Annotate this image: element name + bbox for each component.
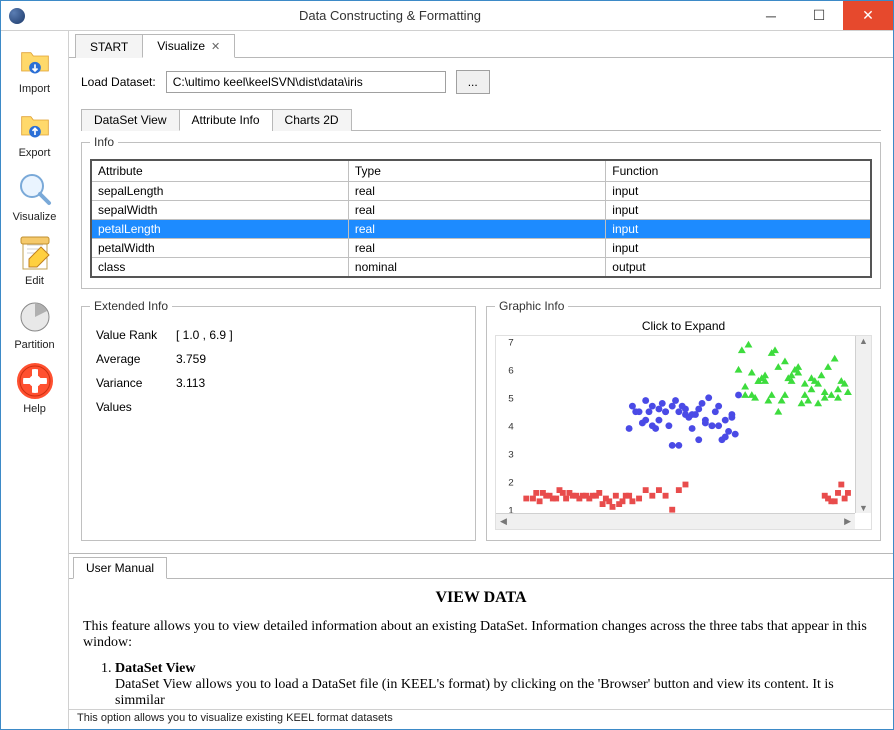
graphic-info-fieldset: Graphic Info Click to Expand 1234567 ▲▼ …	[486, 299, 881, 541]
sidebar-item-import[interactable]: Import	[5, 37, 65, 99]
sidebar-item-help[interactable]: Help	[5, 357, 65, 419]
info-legend: Info	[90, 135, 118, 149]
svg-text:4: 4	[508, 422, 514, 433]
svg-text:5: 5	[508, 394, 514, 405]
chart-scrollbar-horizontal[interactable]: ◀▶	[496, 513, 855, 529]
manual-intro: This feature allows you to view detailed…	[83, 619, 879, 651]
subtab-charts-2d[interactable]: Charts 2D	[272, 109, 352, 131]
sidebar-item-export[interactable]: Export	[5, 101, 65, 163]
values-label: Values	[96, 395, 176, 419]
statusbar: This option allows you to visualize exis…	[69, 709, 893, 729]
titlebar: Data Constructing & Formatting ─ ☐ ✕	[1, 1, 893, 31]
value-rank-value: [ 1.0 , 6.9 ]	[176, 328, 233, 342]
sidebar-label-edit: Edit	[25, 275, 44, 287]
svg-text:7: 7	[508, 338, 513, 349]
graphic-info-legend: Graphic Info	[495, 299, 568, 313]
visualize-icon	[15, 169, 55, 209]
table-row[interactable]: sepalWidthrealinput	[91, 201, 871, 220]
col-type[interactable]: Type	[348, 160, 605, 182]
sidebar-label-export: Export	[19, 147, 51, 159]
value-rank-label: Value Rank	[96, 323, 176, 347]
load-dataset-label: Load Dataset:	[81, 75, 156, 89]
tab-close-icon[interactable]: ✕	[211, 40, 220, 53]
sidebar: Import Export Visualize Edit Partition	[1, 31, 69, 729]
svg-text:2: 2	[508, 478, 513, 489]
edit-icon	[15, 233, 55, 273]
sidebar-label-import: Import	[19, 83, 50, 95]
sidebar-item-visualize[interactable]: Visualize	[5, 165, 65, 227]
manual-heading: VIEW DATA	[83, 589, 879, 607]
table-row[interactable]: petalWidthrealinput	[91, 239, 871, 258]
info-fieldset: Info Attribute Type Function sepalLength…	[81, 135, 881, 289]
top-tabs: START Visualize ✕	[69, 31, 893, 58]
sidebar-label-visualize: Visualize	[13, 211, 57, 223]
variance-label: Variance	[96, 371, 176, 395]
sub-tabs: DataSet View Attribute Info Charts 2D	[81, 108, 881, 131]
subtab-attribute-info[interactable]: Attribute Info	[179, 109, 273, 131]
subtab-dataset-view[interactable]: DataSet View	[81, 109, 180, 131]
sidebar-item-edit[interactable]: Edit	[5, 229, 65, 291]
sidebar-item-partition[interactable]: Partition	[5, 293, 65, 355]
sidebar-label-partition: Partition	[14, 339, 54, 351]
user-manual-content: VIEW DATA This feature allows you to vie…	[69, 579, 893, 709]
extended-info-legend: Extended Info	[90, 299, 172, 313]
tab-visualize[interactable]: Visualize ✕	[142, 34, 235, 58]
col-function[interactable]: Function	[606, 160, 871, 182]
help-icon	[15, 361, 55, 401]
sidebar-label-help: Help	[23, 403, 46, 415]
app-icon	[9, 8, 25, 24]
maximize-button[interactable]: ☐	[795, 1, 843, 30]
average-value: 3.759	[176, 352, 206, 366]
window-title: Data Constructing & Formatting	[33, 8, 747, 23]
table-row[interactable]: sepalLengthrealinput	[91, 182, 871, 201]
tab-start[interactable]: START	[75, 34, 143, 58]
tab-user-manual[interactable]: User Manual	[73, 557, 167, 579]
table-row[interactable]: petalLengthrealinput	[91, 220, 871, 239]
variance-value: 3.113	[176, 376, 205, 390]
browse-button[interactable]: ...	[456, 70, 490, 94]
chart-scrollbar-vertical[interactable]: ▲▼	[855, 336, 871, 513]
svg-text:6: 6	[508, 366, 513, 377]
export-icon	[15, 105, 55, 145]
minimize-button[interactable]: ─	[747, 1, 795, 30]
extended-info-fieldset: Extended Info Value Rank[ 1.0 , 6.9 ] Av…	[81, 299, 476, 541]
col-attribute[interactable]: Attribute	[91, 160, 348, 182]
close-button[interactable]: ✕	[843, 1, 893, 30]
attribute-table[interactable]: Attribute Type Function sepalLengthreali…	[90, 159, 872, 278]
graphic-title: Click to Expand	[495, 319, 872, 333]
import-icon	[15, 41, 55, 81]
svg-text:3: 3	[508, 450, 513, 461]
partition-icon	[15, 297, 55, 337]
scatter-chart[interactable]: 1234567 ▲▼ ◀▶	[495, 335, 872, 530]
dataset-path-input[interactable]	[166, 71, 446, 93]
manual-item-1: DataSet View DataSet View allows you to …	[115, 661, 879, 709]
table-row[interactable]: classnominaloutput	[91, 258, 871, 278]
average-label: Average	[96, 347, 176, 371]
